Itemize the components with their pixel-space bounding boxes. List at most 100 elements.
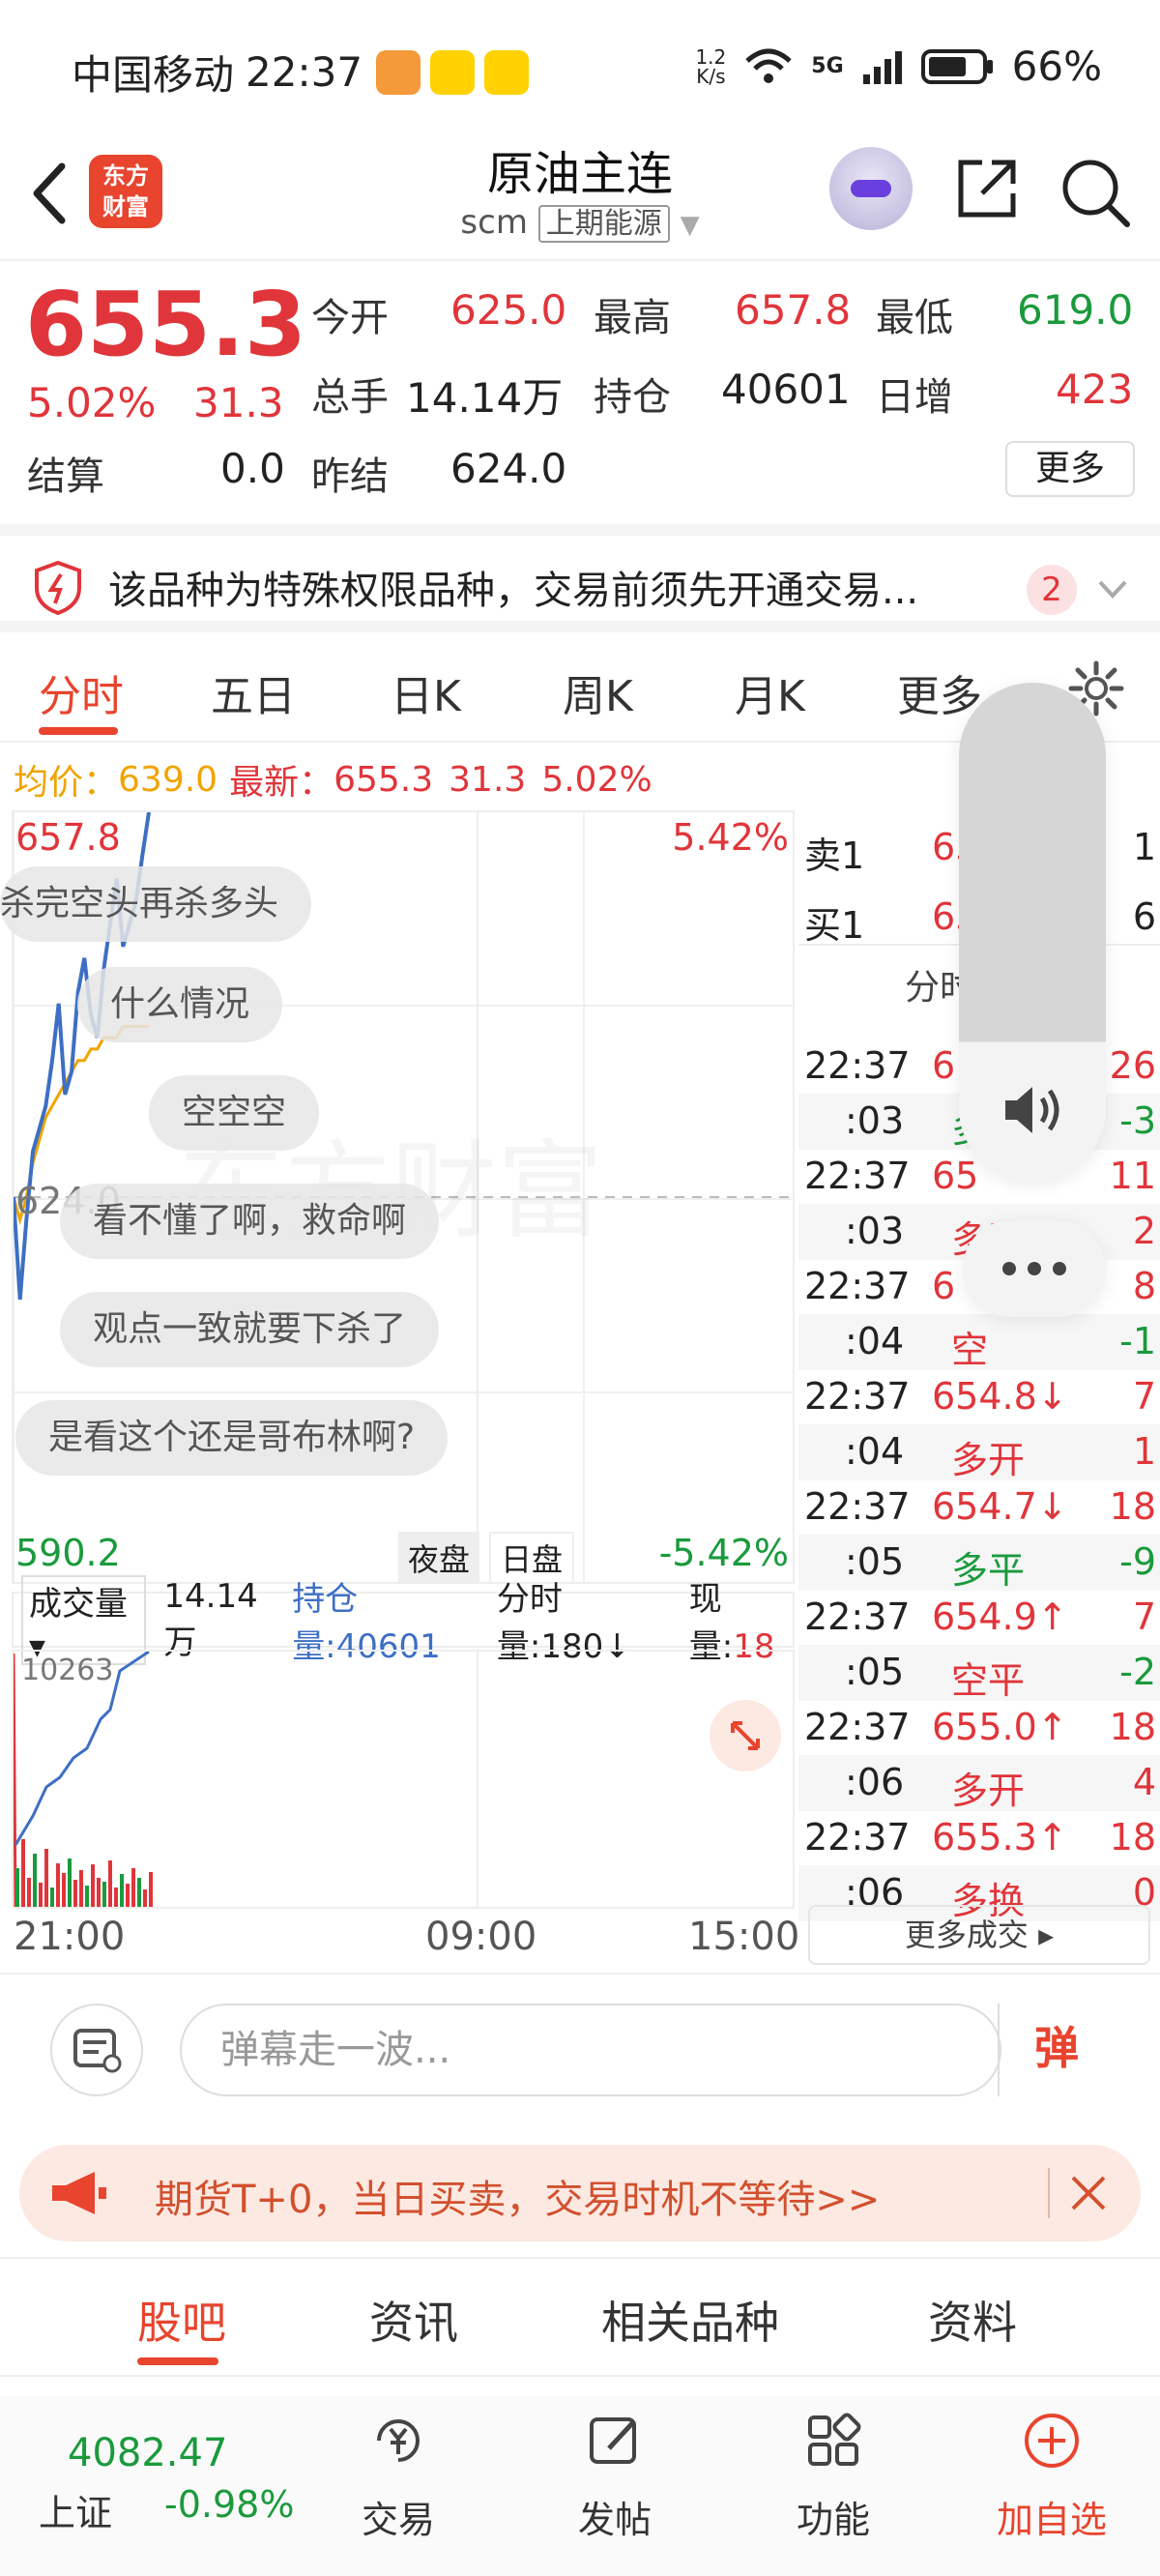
chevron-down-icon[interactable] xyxy=(1096,574,1129,603)
volume-bar xyxy=(79,1870,83,1907)
prev-settle-label: 昨结 xyxy=(311,454,389,499)
trade-price: 654.8↓ xyxy=(932,1375,1068,1418)
overlay-more-button[interactable] xyxy=(963,1220,1106,1317)
tab-info[interactable]: 资料 xyxy=(928,2288,1017,2352)
y-axis-bottom: 590.2 xyxy=(15,1532,121,1574)
trade-time: 22:37 xyxy=(804,1816,911,1859)
speaker-icon[interactable] xyxy=(1001,1083,1063,1137)
trade-time: :06 xyxy=(845,1761,905,1803)
network-type: 5G xyxy=(811,54,844,78)
volume-slider-overlay[interactable] xyxy=(959,683,1106,1182)
plus-circle-icon xyxy=(1025,2414,1079,2468)
trade-row: :04 多开 1 xyxy=(798,1424,1160,1481)
search-icon[interactable] xyxy=(1058,155,1131,228)
volume-chart[interactable]: 10263 xyxy=(12,1650,795,1909)
daily-incr-value: 423 xyxy=(1056,366,1134,413)
open-value: 625.0 xyxy=(450,286,567,334)
buy1-label: 买1 xyxy=(804,904,865,947)
danmu-settings-icon[interactable] xyxy=(50,2004,143,2096)
permission-notice[interactable]: 该品种为特殊权限品种，交易前须先开通交易... 2 xyxy=(0,524,1160,632)
battery-level: 66% xyxy=(1011,43,1102,90)
avg-label: 均价： xyxy=(14,763,119,803)
daily-incr-label: 日增 xyxy=(876,375,953,420)
volume-bar xyxy=(137,1878,141,1907)
trade-row: 22:37 654.7↓ 18 xyxy=(798,1479,1160,1536)
nav-post-label: 发帖 xyxy=(577,2499,652,2541)
app-notification-icon xyxy=(376,49,421,95)
volume-bar xyxy=(131,1868,135,1907)
nav-add-watchlist[interactable]: 加自选 xyxy=(974,2410,1129,2543)
open-label: 今开 xyxy=(311,296,389,340)
volume-bar xyxy=(50,1888,54,1907)
promo-divider xyxy=(1048,2168,1050,2218)
position-value: 40601 xyxy=(721,366,851,413)
signal-icon xyxy=(862,50,902,84)
close-icon[interactable] xyxy=(1067,2172,1110,2214)
tab-guba[interactable]: 股吧 xyxy=(137,2288,226,2352)
index-name: 上证 xyxy=(39,2492,113,2534)
more-trades-button[interactable]: 更多成交 ▸ xyxy=(808,1905,1150,1965)
danmu-bubble: 观点一致就要下杀了 xyxy=(60,1292,440,1367)
more-quote-button[interactable]: 更多 xyxy=(1005,441,1135,497)
net-speed-unit: K/s xyxy=(696,64,726,88)
carrier-time: 中国移动 22:37 xyxy=(72,43,530,102)
pct-axis-bottom: -5.42% xyxy=(658,1532,789,1574)
volume-bar xyxy=(108,1860,112,1907)
index-value[interactable]: 4082.47 xyxy=(68,2431,227,2475)
nav-function[interactable]: 功能 xyxy=(756,2410,911,2543)
volume-bar xyxy=(39,1883,43,1907)
tab-intraday[interactable]: 分时 xyxy=(39,661,124,723)
volume-bar xyxy=(44,1849,48,1907)
volume-bar xyxy=(56,1863,60,1907)
trade-price: 空平 xyxy=(951,1659,1026,1702)
volume-chart-svg xyxy=(14,1652,478,1907)
volume-bar xyxy=(27,1878,31,1907)
back-arrow-icon[interactable] xyxy=(23,155,81,232)
last-price: 655.3 xyxy=(25,273,307,376)
danmu-bubble: 空空空 xyxy=(149,1075,320,1151)
tab-daily-k[interactable]: 日K xyxy=(391,661,461,723)
nav-trade[interactable]: 交易 xyxy=(321,2410,476,2543)
promo-banner[interactable]: 期货T+0，当日买卖，交易时机不等待>> xyxy=(19,2145,1141,2241)
trade-volume: 18 xyxy=(1109,1485,1156,1528)
time-tick: 15:00 xyxy=(688,1915,800,1959)
send-danmu-button[interactable]: 弹 xyxy=(998,2004,1114,2096)
nav-add-label: 加自选 xyxy=(996,2499,1107,2541)
buy1-volume: 6 xyxy=(1132,895,1156,938)
pen-icon xyxy=(590,2417,636,2464)
ai-assistant-icon[interactable] xyxy=(829,147,913,230)
nav-post[interactable]: 发帖 xyxy=(537,2410,692,2543)
trade-time: 22:37 xyxy=(804,1706,911,1748)
tab-five-day[interactable]: 五日 xyxy=(211,661,296,723)
fullscreen-expand-icon[interactable] xyxy=(710,1700,781,1771)
danmu-bubble: 是看这个还是哥布林啊? xyxy=(15,1400,449,1476)
nav-function-label: 功能 xyxy=(796,2499,870,2541)
sell1-label: 卖1 xyxy=(804,834,865,877)
tab-monthly-k[interactable]: 月K xyxy=(735,661,805,723)
tab-news[interactable]: 资讯 xyxy=(369,2288,458,2352)
index-change: -0.98% xyxy=(164,2483,295,2526)
trade-price: 6 xyxy=(932,1265,956,1307)
trade-time: :04 xyxy=(845,1430,905,1473)
app-notification-icon xyxy=(484,49,530,95)
notice-count-badge: 2 xyxy=(1027,565,1077,615)
tab-related[interactable]: 相关品种 xyxy=(601,2288,779,2352)
intraday-chart[interactable]: 东方财富 657.8 624.0 590.2 5.42% -5.42% 夜盘 日… xyxy=(0,810,795,1584)
trade-price: 654.7↓ xyxy=(932,1485,1068,1528)
tab-weekly-k[interactable]: 周K xyxy=(563,661,633,723)
trade-volume: 4 xyxy=(1132,1761,1156,1803)
danmu-bubble: 看不懂了啊，救命啊 xyxy=(60,1184,440,1259)
danmu-input[interactable]: 弹幕走一波... xyxy=(180,2004,1001,2096)
volume-bar xyxy=(91,1864,95,1907)
volume-bar xyxy=(62,1873,66,1907)
share-icon[interactable] xyxy=(953,155,1021,222)
volume-axis-label: 10263 xyxy=(21,1654,114,1687)
volume-bar xyxy=(15,1868,19,1907)
header: 原油主连 scm 上期能源 ▼ 东方 财富 xyxy=(0,135,1160,261)
trade-time: 22:37 xyxy=(804,1155,911,1197)
tab-more[interactable]: 更多 xyxy=(897,661,982,723)
quote-panel: 655.3 5.02% 31.3 今开 625.0 最高 657.8 最低 61… xyxy=(0,263,1160,520)
nav-trade-label: 交易 xyxy=(361,2499,435,2541)
volume-bar xyxy=(85,1886,89,1907)
shield-icon xyxy=(35,560,81,616)
